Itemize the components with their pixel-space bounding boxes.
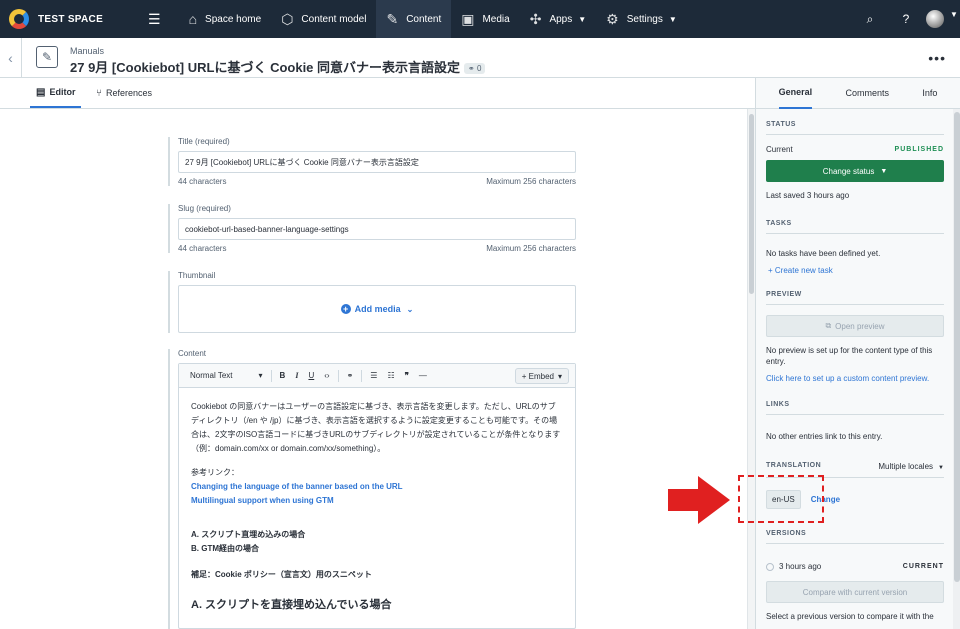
embed-button[interactable]: + Embed ▾ (514, 368, 569, 384)
setup-preview-link[interactable]: Click here to set up a custom content pr… (766, 373, 944, 384)
annotation-highlight-box (738, 475, 824, 523)
annotation-arrow-icon (668, 476, 730, 524)
avatar (926, 10, 945, 28)
horizontal-rule-icon[interactable]: — (419, 371, 427, 380)
paragraph: Cookiebot の同意バナーはユーザーの言語設定に基づき、表示言語を変更しま… (191, 402, 561, 453)
thumbnail-field: Thumbnail + Add media ⌄ (168, 271, 576, 333)
more-options-icon[interactable]: ••• (928, 50, 946, 66)
nav-space-home[interactable]: ⌂ Space home (179, 0, 272, 38)
apps-icon: ✣ (529, 10, 542, 27)
nav-content-model[interactable]: ⬡ Content model (271, 0, 376, 38)
status-badge: PUBLISHED (894, 146, 944, 153)
account-menu[interactable]: ▼ (924, 10, 960, 28)
chevron-down-icon: ▼ (668, 14, 677, 24)
locale-mode-dropdown[interactable]: Multiple locales ▼ (878, 462, 944, 471)
slug-input[interactable]: cookiebot-url-based-banner-language-sett… (178, 218, 576, 240)
space-name[interactable]: TEST SPACE (38, 14, 138, 25)
content-type-label: Manuals (70, 46, 105, 56)
link-count-badge: ⚭ 0 (464, 63, 486, 75)
help-icon[interactable]: ? (888, 12, 924, 26)
home-icon: ⌂ (188, 11, 198, 27)
external-link-icon: ⧉ (825, 321, 832, 330)
add-media-button[interactable]: + Add media ⌄ (178, 285, 576, 333)
quote-icon[interactable]: ❞ (405, 371, 409, 380)
nav-media[interactable]: ▣ Media (451, 0, 519, 38)
entry-sidebar: General Comments Info STATUS Current PUBL… (755, 78, 960, 629)
title-input[interactable]: 27 9月 [Cookiebot] URLに基づく Cookie 同意バナー表示… (178, 151, 576, 173)
contentful-logo[interactable] (0, 0, 38, 38)
title-field: Title (required) 27 9月 [Cookiebot] URLに基… (168, 137, 576, 186)
document-icon: ▤ (36, 86, 46, 98)
code-icon[interactable]: ‹› (324, 371, 329, 380)
entry-icon: ✎ (36, 46, 58, 68)
link-multilingual-gtm[interactable]: Multilingual support when using GTM (191, 494, 563, 508)
hamburger-menu-icon[interactable]: ☰ (148, 11, 161, 28)
sidebar-tab-info[interactable]: Info (922, 78, 937, 109)
cube-icon: ⬡ (281, 10, 294, 27)
rich-text-toolbar: Normal Text ▾ B I U ‹› ⚭ ☰ ☷ ❞ — + Embed ▾ (179, 364, 575, 388)
rich-text-body[interactable]: Cookiebot の同意バナーはユーザーの言語設定に基づき、表示言語を変更しま… (179, 388, 575, 628)
version-item[interactable]: 3 hours ago (766, 562, 821, 571)
editor-pane: Title (required) 27 9月 [Cookiebot] URLに基… (0, 109, 755, 629)
entry-header: ‹ ✎ Manuals 27 9月 [Cookiebot] URLに基づく Co… (0, 38, 960, 78)
chevron-down-icon: ⌄ (406, 304, 414, 314)
versions-section: VERSIONS 3 hours ago CURRENT Compare with… (766, 530, 944, 621)
tab-editor[interactable]: ▤ Editor (30, 78, 82, 108)
links-section: LINKS No other entries link to this entr… (766, 401, 944, 442)
nav-settings[interactable]: ⚙ Settings ▼ (596, 0, 687, 38)
section-heading: A. スクリプトを直接埋め込んでいる場合 (191, 599, 392, 611)
sidebar-tab-comments[interactable]: Comments (846, 78, 890, 109)
chevron-down-icon: ▼ (578, 14, 587, 24)
preview-section: PREVIEW ⧉ Open preview No preview is set … (766, 291, 944, 384)
search-icon[interactable]: ⌕ (852, 12, 888, 27)
underline-icon[interactable]: U (308, 371, 314, 380)
link-banner-language[interactable]: Changing the language of the banner base… (191, 480, 563, 494)
references-icon: ⑂ (96, 87, 102, 99)
create-task-link[interactable]: + Create new task (768, 265, 944, 276)
compare-version-button[interactable]: Compare with current version (766, 581, 944, 603)
top-nav: TEST SPACE ☰ ⌂ Space home ⬡ Content model … (0, 0, 960, 38)
edit-icon: ✎ (386, 10, 399, 27)
back-button[interactable]: ‹ (0, 38, 22, 78)
image-icon: ▣ (461, 10, 475, 27)
reference-label: 参考リンク： (191, 468, 239, 477)
entry-title: 27 9月 [Cookiebot] URLに基づく Cookie 同意バナー表示… (70, 57, 486, 76)
rich-text-editor: Normal Text ▾ B I U ‹› ⚭ ☰ ☷ ❞ — + Embed ▾… (178, 363, 576, 629)
tab-references[interactable]: ⑂ References (96, 78, 152, 108)
numbered-list-icon[interactable]: ☷ (387, 371, 394, 380)
tasks-section: TASKS No tasks have been defined yet. + … (766, 220, 944, 276)
content-field: Content Normal Text ▾ B I U ‹› ⚭ ☰ ☷ ❞ — … (168, 349, 576, 629)
slug-field: Slug (required) cookiebot-url-based-bann… (168, 204, 576, 253)
list-item: B. GTM経由の場合 (191, 544, 259, 553)
plus-icon: + (340, 304, 351, 314)
sidebar-tab-general[interactable]: General (778, 78, 813, 109)
hyperlink-icon[interactable]: ⚭ (347, 371, 354, 380)
radio-icon (766, 562, 774, 571)
nav-apps[interactable]: ✣ Apps ▼ (520, 0, 596, 38)
gear-icon: ⚙ (606, 10, 619, 27)
editor-tabs: ▤ Editor ⑂ References (0, 78, 755, 109)
open-preview-button[interactable]: ⧉ Open preview (766, 315, 944, 337)
supplement-note: 補足：Cookie ポリシー（宣言文）用のスニペット (191, 570, 372, 579)
sidebar-scrollbar[interactable] (953, 109, 960, 629)
italic-icon[interactable]: I (295, 371, 298, 380)
list-item: A. スクリプト直埋め込みの場合 (191, 530, 306, 539)
nav-content[interactable]: ✎ Content (376, 0, 452, 38)
status-section: STATUS Current PUBLISHED Change status ▼ L… (766, 121, 944, 200)
chevron-down-icon: ▼ (950, 10, 958, 19)
editor-scrollbar[interactable] (747, 109, 755, 629)
bullet-list-icon[interactable]: ☰ (370, 371, 377, 380)
format-dropdown[interactable]: Normal Text ▾ (190, 371, 263, 380)
bold-icon[interactable]: B (280, 371, 286, 380)
change-status-button[interactable]: Change status ▼ (766, 160, 944, 182)
